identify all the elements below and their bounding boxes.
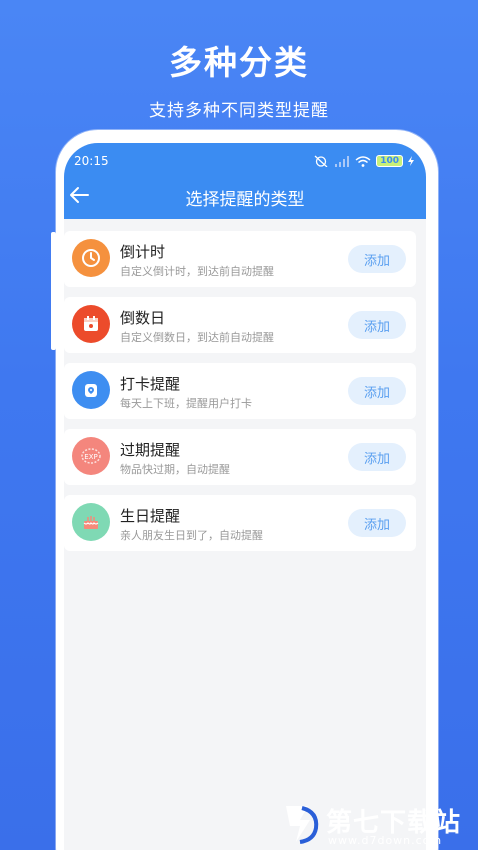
promo-headline: 多种分类 [169,43,309,82]
item-description: 每天上下班，提醒用户打卡 [120,397,252,410]
battery-indicator: 100 [376,155,403,167]
item-description: 物品快过期，自动提醒 [120,463,230,476]
list-item-birthday[interactable]: 生日提醒 亲人朋友生日到了，自动提醒 添加 [64,495,416,551]
item-title: 过期提醒 [120,441,181,459]
status-icons: 100 [313,155,414,167]
cake-icon [72,503,110,541]
phone-side-button-right [433,310,438,406]
item-title: 倒计时 [120,243,166,261]
alarm-off-icon [314,155,328,167]
item-title: 倒数日 [120,309,166,327]
list-item-check-in[interactable]: 打卡提醒 每天上下班，提醒用户打卡 添加 [64,363,416,419]
svg-text:EXP: EXP [84,453,97,461]
add-check-in-button[interactable]: 添加 [348,377,406,405]
list-item-countdown-day[interactable]: 倒数日 自定义倒数日，到达前自动提醒 添加 [64,297,416,353]
list-item-countdown[interactable]: 倒计时 自定义倒计时，到达前自动提醒 添加 [64,231,416,287]
watermark-logo-icon [286,806,319,844]
calendar-icon [72,305,110,343]
reminder-type-list: 倒计时 自定义倒计时，到达前自动提醒 添加 倒数日 自定义倒数日，到达前自动提醒… [64,219,426,551]
item-title: 生日提醒 [120,507,181,525]
app-bar: 20:15 100 选择提醒的类型 [64,143,426,219]
phone-side-button-left [51,232,56,350]
page-title: 选择提醒的类型 [185,190,305,210]
add-countdown-button[interactable]: 添加 [348,245,406,273]
add-countdown-day-button[interactable]: 添加 [348,311,406,339]
item-description: 亲人朋友生日到了，自动提醒 [120,529,263,542]
promo-subline: 支持多种不同类型提醒 [149,101,329,121]
status-bar: 20:15 100 [74,153,414,169]
location-pin-icon [72,371,110,409]
expiry-icon: EXP [72,437,110,475]
clock-icon [72,239,110,277]
item-title: 打卡提醒 [120,375,181,393]
add-birthday-button[interactable]: 添加 [348,509,406,537]
item-description: 自定义倒数日，到达前自动提醒 [120,331,274,344]
item-description: 自定义倒计时，到达前自动提醒 [120,265,274,278]
status-time: 20:15 [74,154,109,168]
watermark: 第七下载站 www.d7down.com [282,800,478,850]
add-expiry-button[interactable]: 添加 [348,443,406,471]
wifi-icon [355,156,371,167]
list-item-expiry[interactable]: EXP 过期提醒 物品快过期，自动提醒 添加 [64,429,416,485]
phone-screen: 20:15 100 选择提醒的类型 倒计时 自定义倒计时，到达前自动提醒 添加 … [64,143,426,850]
signal-icon [335,156,350,167]
charging-icon [408,156,414,166]
watermark-url: www.d7down.com [328,834,443,847]
